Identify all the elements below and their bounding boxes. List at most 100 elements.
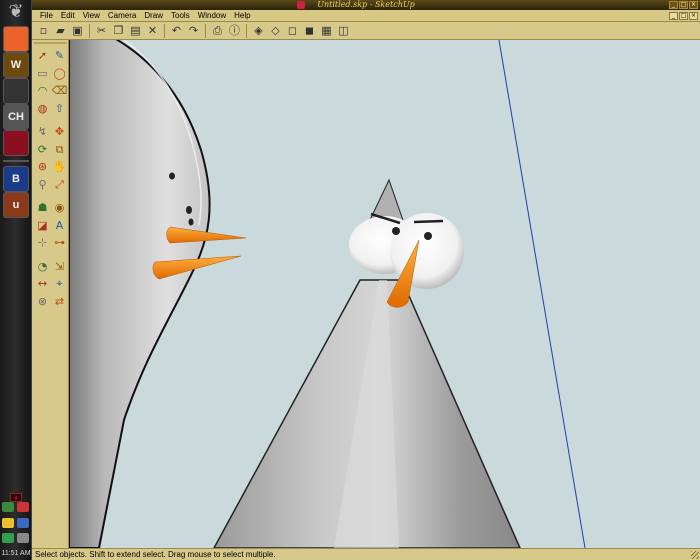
tray-app-icon[interactable]	[2, 533, 14, 544]
zoom-extents-icon[interactable]: ⤢	[52, 177, 67, 192]
redo-icon[interactable]: ↷	[186, 23, 201, 38]
tray-bluetooth-icon[interactable]	[16, 517, 29, 528]
app-icon-6[interactable]: B	[3, 166, 29, 192]
doc-close-button[interactable]: ×	[689, 12, 698, 20]
tray-security-icon[interactable]	[16, 502, 29, 512]
select-icon[interactable]: ➚	[35, 48, 50, 63]
toolbar-separator	[164, 23, 165, 38]
taskbar-clock: 11:51 AM	[1, 550, 31, 557]
new-icon[interactable]: ▫	[36, 23, 51, 38]
push-pull-icon[interactable]: ⇧	[52, 101, 67, 116]
offset-icon[interactable]: ⧉	[52, 142, 67, 157]
tray-volume-icon[interactable]	[16, 533, 29, 544]
drawing-viewport[interactable]	[69, 40, 700, 548]
iso-view-icon[interactable]: ◈	[251, 23, 266, 38]
model-info-icon[interactable]: ⓘ	[227, 23, 242, 38]
menu-bar: File Edit View Camera Draw Tools Window …	[32, 10, 700, 22]
app-icon-5[interactable]	[3, 130, 29, 156]
collapse-icon[interactable]: ‹	[10, 493, 22, 502]
text-icon[interactable]: A	[52, 218, 67, 233]
paint-bucket-icon[interactable]: ◍	[35, 101, 50, 116]
menu-window[interactable]: Window	[194, 10, 230, 22]
ch-icon[interactable]: CH	[3, 104, 29, 130]
tape-measure-icon[interactable]: ⊶	[52, 235, 67, 250]
large-tool-set: ➚ ✎ ▭ ◯ ◠ ⌫ ◍ ⇧ ↯ ✥ ⟳ ⧉ ⊛ ✋ ⚲ ⤢ ☗ ◉ ◪ A ⊹ ⊶ ◔ ⇲ ↔ ⌖ ⊗ ⇄	[32, 40, 69, 548]
large-figure-eye-right	[186, 206, 192, 214]
copy-icon[interactable]: ❐	[111, 23, 126, 38]
large-figure-eye-left	[169, 172, 175, 180]
intersect-icon[interactable]: ⊗	[35, 294, 50, 309]
cut-icon[interactable]: ✂	[94, 23, 109, 38]
shaded-icon[interactable]: ◼	[302, 23, 317, 38]
menu-file[interactable]: File	[36, 10, 57, 22]
erase-icon[interactable]: ✕	[145, 23, 160, 38]
zoom-icon[interactable]: ⚲	[35, 177, 50, 192]
toolbar-separator	[246, 23, 247, 38]
toolbar-separator	[89, 23, 90, 38]
position-camera-icon[interactable]: ⌖	[52, 276, 67, 291]
blue-axis-line	[498, 40, 586, 548]
os-logo-icon[interactable]: ❦	[3, 2, 29, 22]
look-around-icon[interactable]: ◉	[52, 200, 67, 215]
menu-view[interactable]: View	[79, 10, 104, 22]
doc-restore-button[interactable]: □	[679, 12, 688, 20]
shaded-texture-icon[interactable]: ▦	[319, 23, 334, 38]
system-tray	[2, 502, 30, 548]
rectangle-icon[interactable]: ▭	[35, 66, 50, 81]
minimize-button[interactable]: _	[669, 1, 678, 9]
standard-toolbar: ▫ ▰ ▣ ✂ ❐ ▤ ✕ ↶ ↷ ⎙ ⓘ ◈ ◇ ◻ ◼ ▦ ◫	[32, 22, 700, 40]
app-icon-3[interactable]	[3, 78, 29, 104]
open-icon[interactable]: ▰	[53, 23, 68, 38]
eraser-icon[interactable]: ⌫	[52, 83, 68, 98]
window-title: Untitled.skp - SketchUp	[317, 0, 415, 9]
protractor-icon[interactable]: ◔	[35, 259, 50, 274]
scene-canvas[interactable]	[69, 40, 700, 548]
cone-figure-pupil-right	[424, 232, 432, 240]
axes-icon[interactable]: ⊹	[35, 235, 50, 250]
menu-help[interactable]: Help	[230, 10, 254, 22]
section-plane-icon[interactable]: ◪	[35, 218, 50, 233]
circle-icon[interactable]: ◯	[52, 66, 67, 81]
large-figure-eye-lower	[188, 218, 194, 226]
hidden-line-icon[interactable]: ◻	[285, 23, 300, 38]
menu-draw[interactable]: Draw	[140, 10, 167, 22]
firefox-icon[interactable]	[3, 26, 29, 52]
large-figure-body	[69, 40, 211, 548]
close-button[interactable]: ×	[689, 1, 698, 9]
resize-grip[interactable]	[691, 551, 699, 559]
menu-camera[interactable]: Camera	[104, 10, 140, 22]
tray-msn-icon[interactable]	[2, 517, 14, 528]
flip-icon[interactable]: ⇄	[52, 294, 67, 309]
menu-tools[interactable]: Tools	[167, 10, 194, 22]
doc-minimize-button[interactable]: _	[669, 12, 678, 20]
arc-icon[interactable]: ◠	[35, 83, 50, 98]
orbit-icon[interactable]: ⊛	[35, 159, 50, 174]
cone-figure-pupil-left	[392, 227, 400, 235]
tray-network-icon[interactable]	[2, 502, 14, 512]
maximize-button[interactable]: □	[679, 1, 688, 9]
toolbar-grip[interactable]	[34, 42, 67, 44]
title-bar: Untitled.skp - SketchUp _ □ ×	[32, 0, 700, 10]
xray-icon[interactable]: ◫	[336, 23, 351, 38]
wireframe-icon[interactable]: ◇	[268, 23, 283, 38]
toolbar-separator	[205, 23, 206, 38]
save-icon[interactable]: ▣	[70, 23, 85, 38]
sketchup-window: Untitled.skp - SketchUp _ □ × File Edit …	[32, 0, 700, 560]
move-icon[interactable]: ✥	[52, 124, 67, 139]
follow-me-icon[interactable]: ↯	[35, 124, 50, 139]
status-bar: Select objects. Shift to extend select. …	[32, 548, 700, 560]
pencil-icon[interactable]: ✎	[52, 48, 67, 63]
rotate-icon[interactable]: ⟳	[35, 142, 50, 157]
dimension-icon[interactable]: ↔	[35, 276, 50, 291]
warcraft-icon[interactable]: W	[3, 52, 29, 78]
print-icon[interactable]: ⎙	[210, 23, 225, 38]
app-icon-7[interactable]: u	[3, 192, 29, 218]
undo-icon[interactable]: ↶	[169, 23, 184, 38]
paste-icon[interactable]: ▤	[128, 23, 143, 38]
taskbar-separator	[3, 160, 29, 162]
walk-icon[interactable]: ☗	[35, 200, 50, 215]
pan-icon[interactable]: ✋	[52, 159, 67, 174]
menu-edit[interactable]: Edit	[57, 10, 79, 22]
os-taskbar: ❦ W CH Bu ‹ 11:51 AM	[0, 0, 32, 560]
scale-icon[interactable]: ⇲	[52, 259, 67, 274]
